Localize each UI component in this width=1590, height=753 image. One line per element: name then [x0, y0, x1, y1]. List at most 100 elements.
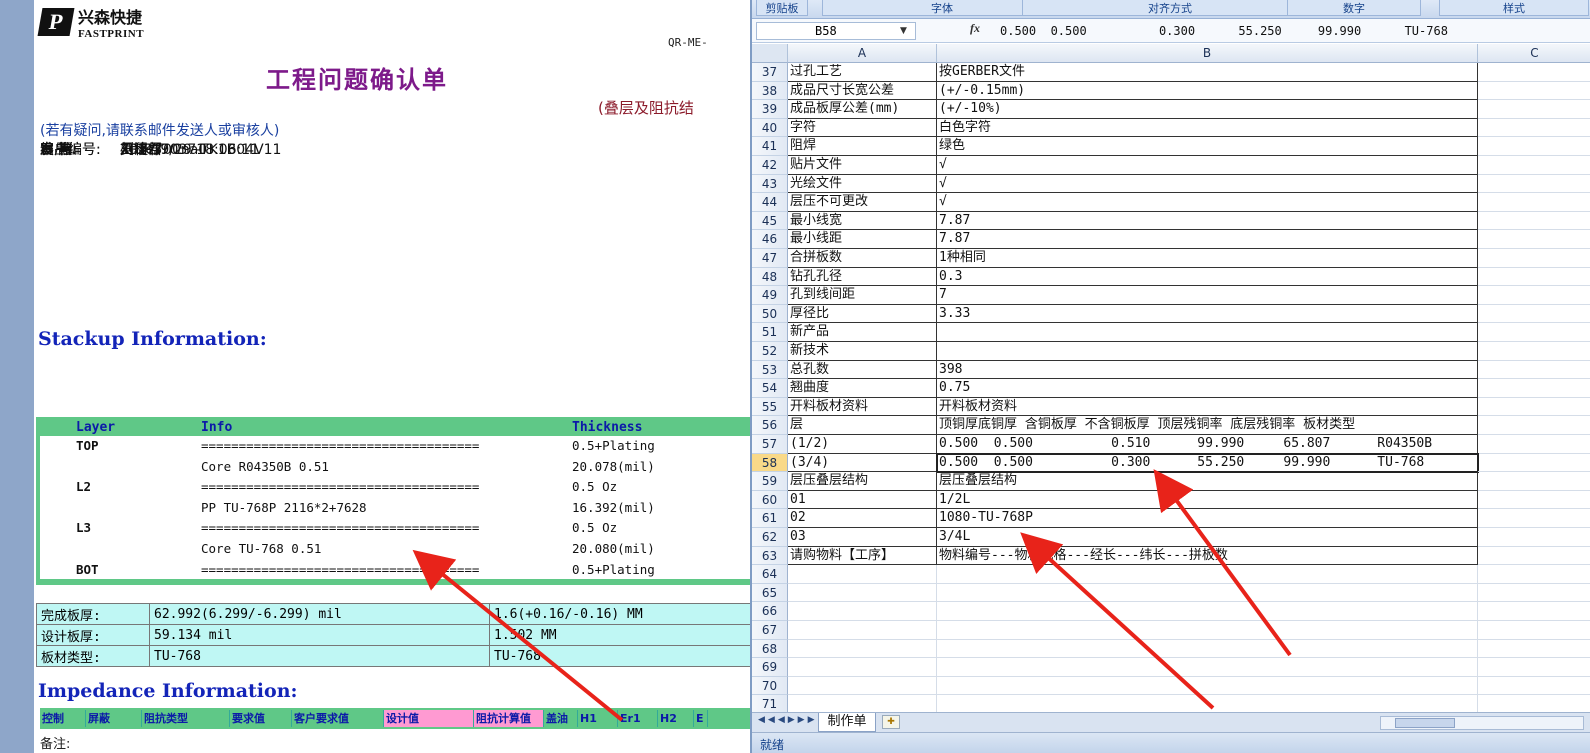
cell-a[interactable]: 字符 [788, 118, 937, 138]
row-header[interactable]: 46 [752, 230, 788, 249]
cell-b[interactable]: 1080-TU-768P [937, 509, 1478, 528]
cell-b[interactable]: 398 [937, 360, 1478, 380]
ribbon-group-label[interactable]: 样式 [1439, 0, 1589, 16]
cell-a[interactable]: 钻孔孔径 [788, 267, 937, 287]
sheet-tab[interactable]: 制作单 [818, 713, 876, 732]
cell-a[interactable]: 总孔数 [788, 360, 937, 380]
cell-a[interactable] [788, 639, 937, 659]
function-icon[interactable]: fx [970, 21, 980, 36]
row-header[interactable]: 41 [752, 137, 788, 156]
column-header[interactable]: C [1478, 44, 1590, 63]
cell-a[interactable]: 02 [788, 509, 937, 528]
cell-c[interactable] [1478, 565, 1590, 584]
cell-c[interactable] [1478, 602, 1590, 621]
cell-c[interactable] [1478, 212, 1590, 231]
row-header[interactable]: 44 [752, 193, 788, 212]
cell-a[interactable]: 开料板材资料 [788, 397, 937, 417]
row-header[interactable]: 61 [752, 509, 788, 528]
cell-b[interactable]: 3.33 [937, 304, 1478, 324]
cell-c[interactable] [1478, 509, 1590, 528]
row-header[interactable]: 47 [752, 249, 788, 268]
cell-c[interactable] [1478, 658, 1590, 677]
cell-c[interactable] [1478, 63, 1590, 82]
cell-b[interactable]: 物料编号---物料规格---经长---纬长---拼板数 [937, 546, 1478, 566]
cell-c[interactable] [1478, 249, 1590, 268]
cell-c[interactable] [1478, 175, 1590, 194]
row-header[interactable]: 51 [752, 323, 788, 342]
cell-a[interactable]: 最小线距 [788, 230, 937, 249]
column-header[interactable]: A [788, 44, 937, 63]
row-header[interactable]: 54 [752, 379, 788, 398]
row-header[interactable]: 58 [752, 453, 788, 473]
cell-a[interactable]: 最小线宽 [788, 211, 937, 231]
row-header[interactable]: 39 [752, 100, 788, 119]
cell-c[interactable] [1478, 100, 1590, 119]
row-header[interactable]: 64 [752, 565, 788, 584]
cell-c[interactable] [1478, 454, 1590, 473]
cell-b[interactable] [937, 583, 1478, 603]
cell-a[interactable]: 贴片文件 [788, 156, 937, 175]
cell-c[interactable] [1478, 286, 1590, 305]
cell-a[interactable] [788, 602, 937, 621]
cell-c[interactable] [1478, 323, 1590, 342]
cell-b[interactable]: 1/2L [937, 490, 1478, 510]
cell-b[interactable]: 1种相同 [937, 249, 1478, 268]
cell-c[interactable] [1478, 677, 1590, 696]
cell-b[interactable]: 绿色 [937, 137, 1478, 156]
cell-b[interactable]: 白色字符 [937, 118, 1478, 138]
cell-c[interactable] [1478, 547, 1590, 566]
cell-c[interactable] [1478, 379, 1590, 398]
row-header[interactable]: 65 [752, 583, 788, 603]
cell-c[interactable] [1478, 528, 1590, 547]
cell-a[interactable] [788, 621, 937, 640]
cell-a[interactable]: 过孔工艺 [788, 63, 937, 82]
ribbon-group-label[interactable]: 剪贴板 [756, 0, 808, 16]
column-header[interactable]: B [937, 44, 1478, 63]
cell-a[interactable]: (1/2) [788, 435, 937, 454]
cell-c[interactable] [1478, 268, 1590, 287]
cell-b[interactable]: 0.500 0.500 0.300 55.250 99.990 TU-768 [936, 452, 1479, 474]
scrollbar-thumb[interactable] [1395, 718, 1455, 728]
ribbon-group-label[interactable]: 对齐方式 [1022, 0, 1318, 16]
cell-b[interactable] [937, 602, 1478, 621]
cell-b[interactable]: 0.75 [937, 379, 1478, 398]
cell-b[interactable]: 开料板材资料 [937, 397, 1478, 417]
cell-a[interactable]: 新技术 [788, 342, 937, 361]
row-header[interactable]: 37 [752, 63, 788, 82]
cell-b[interactable]: √ [937, 156, 1478, 175]
horizontal-scrollbar[interactable] [1380, 716, 1584, 730]
row-header[interactable]: 50 [752, 304, 788, 324]
cell-b[interactable] [937, 323, 1478, 342]
row-header[interactable]: 69 [752, 658, 788, 677]
row-header[interactable]: 68 [752, 639, 788, 659]
row-header[interactable]: 66 [752, 602, 788, 621]
row-header[interactable]: 60 [752, 490, 788, 510]
cell-a[interactable]: 厚径比 [788, 304, 937, 324]
cell-b[interactable]: √ [937, 193, 1478, 212]
sheet-nav-arrows-icon[interactable]: ◀◀◀▶▶▶ [758, 715, 818, 725]
cell-c[interactable] [1478, 398, 1590, 417]
cell-b[interactable] [937, 639, 1478, 659]
cell-a[interactable]: 孔到线间距 [788, 286, 937, 305]
cell-c[interactable] [1478, 193, 1590, 212]
cell-c[interactable] [1478, 82, 1590, 101]
cell-c[interactable] [1478, 305, 1590, 324]
cell-a[interactable]: 请购物料【工序】 [788, 546, 937, 566]
cell-c[interactable] [1478, 156, 1590, 175]
cell-b[interactable] [937, 658, 1478, 677]
worksheet-grid[interactable]: A B C 37 过孔工艺 按GERBER文件 38 成品尺寸长宽公差 (+/-0.15mm) 3… [752, 44, 1590, 714]
row-header[interactable]: 40 [752, 118, 788, 138]
cell-b[interactable]: (+/-10%) [937, 100, 1478, 119]
cell-a[interactable]: 合拼板数 [788, 249, 937, 268]
cell-b[interactable]: √ [937, 174, 1478, 194]
row-header[interactable]: 56 [752, 416, 788, 435]
cell-a[interactable] [788, 658, 937, 677]
cell-b[interactable]: 7.87 [937, 230, 1478, 249]
cell-a[interactable]: 层压不可更改 [788, 193, 937, 212]
cell-a[interactable]: 成品尺寸长宽公差 [788, 81, 937, 101]
row-header[interactable]: 42 [752, 156, 788, 175]
cell-a[interactable]: 层压叠层结构 [788, 472, 937, 491]
insert-sheet-icon[interactable]: ✚ [882, 715, 900, 729]
cell-b[interactable] [937, 621, 1478, 640]
cell-a[interactable]: 光绘文件 [788, 174, 937, 194]
